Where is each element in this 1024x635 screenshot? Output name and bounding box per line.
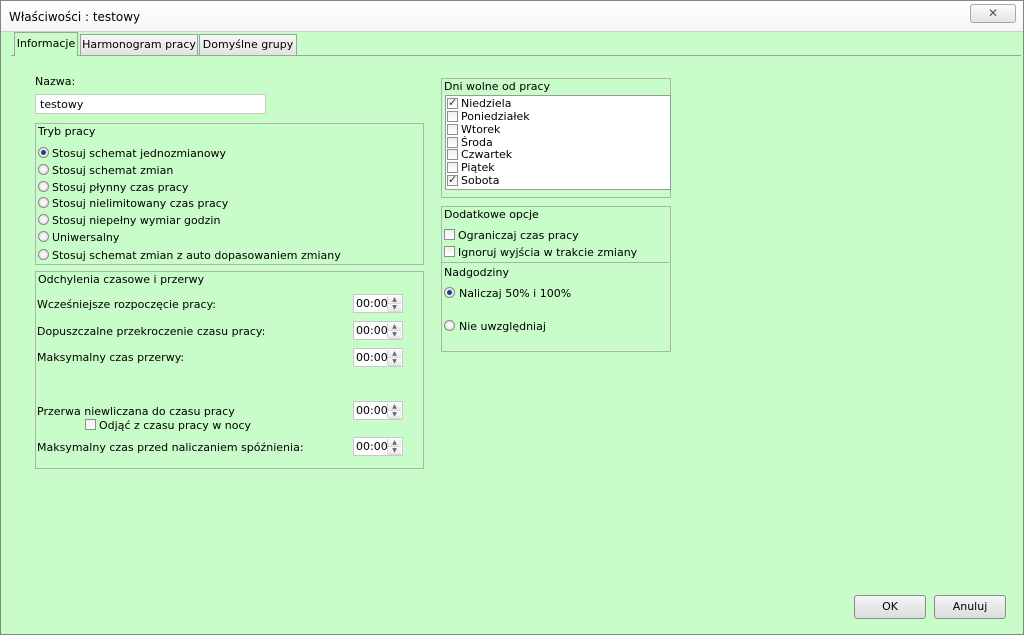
- time-value: 00:00: [356, 324, 388, 337]
- name-label: Nazwa:: [35, 75, 76, 88]
- ignore-exits-label: Ignoruj wyjścia w trakcie zmiany: [458, 246, 638, 259]
- time-value: 00:00: [356, 351, 388, 364]
- late-threshold-time-input[interactable]: 00:00 ▲ ▼: [353, 437, 403, 456]
- work-mode-option-label: Stosuj nielimitowany czas pracy: [52, 197, 229, 210]
- work-mode-option-label: Stosuj niepełny wymiar godzin: [52, 214, 221, 227]
- late-threshold-label: Maksymalny czas przed naliczaniem spóźni…: [37, 441, 304, 454]
- spin-down-icon[interactable]: ▼: [388, 447, 401, 455]
- spin-up-icon[interactable]: ▲: [388, 439, 401, 447]
- work-mode-radio-6[interactable]: [38, 249, 49, 260]
- overtime-option-label: Nie uwzględniaj: [459, 320, 546, 333]
- day-label: Sobota: [461, 174, 500, 187]
- overtime-title: Nadgodziny: [444, 266, 509, 279]
- early-start-label: Wcześniejsze rozpoczęcie pracy:: [37, 298, 216, 311]
- overtime-allowed-label: Dopuszczalne przekroczenie czasu pracy:: [37, 325, 266, 338]
- work-mode-title: Tryb pracy: [38, 125, 96, 138]
- overtime-radio-1[interactable]: [444, 320, 455, 331]
- close-icon: ✕: [987, 6, 999, 20]
- night-deduct-checkbox[interactable]: [85, 419, 96, 430]
- work-mode-radio-1[interactable]: [38, 164, 49, 175]
- overtime-radio-0[interactable]: [444, 287, 455, 298]
- work-mode-radio-3[interactable]: [38, 197, 49, 208]
- work-mode-radio-0[interactable]: [38, 147, 49, 158]
- time-spinner[interactable]: ▲ ▼: [387, 439, 401, 455]
- time-spinner[interactable]: ▲ ▼: [387, 403, 401, 419]
- spin-down-icon[interactable]: ▼: [388, 331, 401, 339]
- spin-up-icon[interactable]: ▲: [388, 350, 401, 358]
- work-mode-option-label: Stosuj płynny czas pracy: [52, 181, 189, 194]
- max-break-time-input[interactable]: 00:00 ▲ ▼: [353, 348, 403, 367]
- time-spinner[interactable]: ▲ ▼: [387, 350, 401, 366]
- day-label: Niedziela: [461, 97, 512, 110]
- day-checkbox-5[interactable]: [447, 162, 458, 173]
- name-input[interactable]: testowy: [35, 94, 266, 114]
- time-value: 00:00: [356, 297, 388, 310]
- tab-domyslne-grupy[interactable]: Domyślne grupy: [199, 34, 297, 55]
- day-checkbox-2[interactable]: [447, 124, 458, 135]
- work-mode-option-label: Stosuj schemat jednozmianowy: [52, 147, 227, 160]
- time-spinner[interactable]: ▲ ▼: [387, 323, 401, 339]
- tab-harmonogram-pracy[interactable]: Harmonogram pracy: [80, 34, 198, 55]
- work-mode-radio-5[interactable]: [38, 231, 49, 242]
- extra-options-title: Dodatkowe opcje: [444, 208, 539, 221]
- spin-down-icon[interactable]: ▼: [388, 411, 401, 419]
- work-mode-option-label: Stosuj schemat zmian z auto dopasowaniem…: [52, 249, 341, 262]
- time-value: 00:00: [356, 440, 388, 453]
- day-label: Wtorek: [461, 123, 501, 136]
- limit-worktime-checkbox[interactable]: [444, 229, 455, 240]
- max-break-label: Maksymalny czas przerwy:: [37, 351, 185, 364]
- limit-worktime-label: Ograniczaj czas pracy: [458, 229, 579, 242]
- overtime-option-label: Naliczaj 50% i 100%: [459, 287, 572, 300]
- ignore-exits-checkbox[interactable]: [444, 246, 455, 257]
- day-checkbox-0[interactable]: [447, 96, 458, 109]
- day-label: Piątek: [461, 161, 495, 174]
- time-value: 00:00: [356, 404, 388, 417]
- properties-dialog: Właściwości : testowy ✕ Informacje Harmo…: [0, 0, 1024, 635]
- unpaid-break-label: Przerwa niewliczana do czasu pracy: [37, 405, 235, 418]
- day-checkbox-3[interactable]: [447, 137, 458, 148]
- day-checkbox-1[interactable]: [447, 111, 458, 122]
- window-title: Właściwości : testowy: [9, 10, 141, 24]
- spin-up-icon[interactable]: ▲: [388, 296, 401, 304]
- days-off-title: Dni wolne od pracy: [444, 80, 551, 93]
- overtime-separator: [442, 262, 669, 263]
- unpaid-break-time-input[interactable]: 00:00 ▲ ▼: [353, 401, 403, 420]
- ok-button[interactable]: OK: [854, 595, 926, 619]
- work-mode-option-label: Uniwersalny: [52, 231, 120, 244]
- time-spinner[interactable]: ▲ ▼: [387, 296, 401, 312]
- spin-down-icon[interactable]: ▼: [388, 358, 401, 366]
- day-label: Czwartek: [461, 148, 513, 161]
- close-button[interactable]: ✕: [970, 4, 1016, 23]
- work-mode-radio-2[interactable]: [38, 181, 49, 192]
- night-deduct-label: Odjąć z czasu pracy w nocy: [99, 419, 252, 432]
- day-label: Poniedziałek: [461, 110, 530, 123]
- tab-panel-border: [11, 55, 1021, 56]
- overtime-allowed-time-input[interactable]: 00:00 ▲ ▼: [353, 321, 403, 340]
- day-checkbox-4[interactable]: [447, 149, 458, 160]
- title-bar: Właściwości : testowy ✕: [1, 1, 1023, 32]
- work-mode-radio-4[interactable]: [38, 214, 49, 225]
- cancel-button[interactable]: Anuluj: [934, 595, 1006, 619]
- work-mode-option-label: Stosuj schemat zmian: [52, 164, 174, 177]
- day-checkbox-6[interactable]: [447, 173, 458, 186]
- tab-informacje[interactable]: Informacje: [14, 32, 78, 56]
- early-start-time-input[interactable]: 00:00 ▲ ▼: [353, 294, 403, 313]
- deviations-title: Odchylenia czasowe i przerwy: [38, 273, 205, 286]
- spin-up-icon[interactable]: ▲: [388, 323, 401, 331]
- spin-up-icon[interactable]: ▲: [388, 403, 401, 411]
- spin-down-icon[interactable]: ▼: [388, 304, 401, 312]
